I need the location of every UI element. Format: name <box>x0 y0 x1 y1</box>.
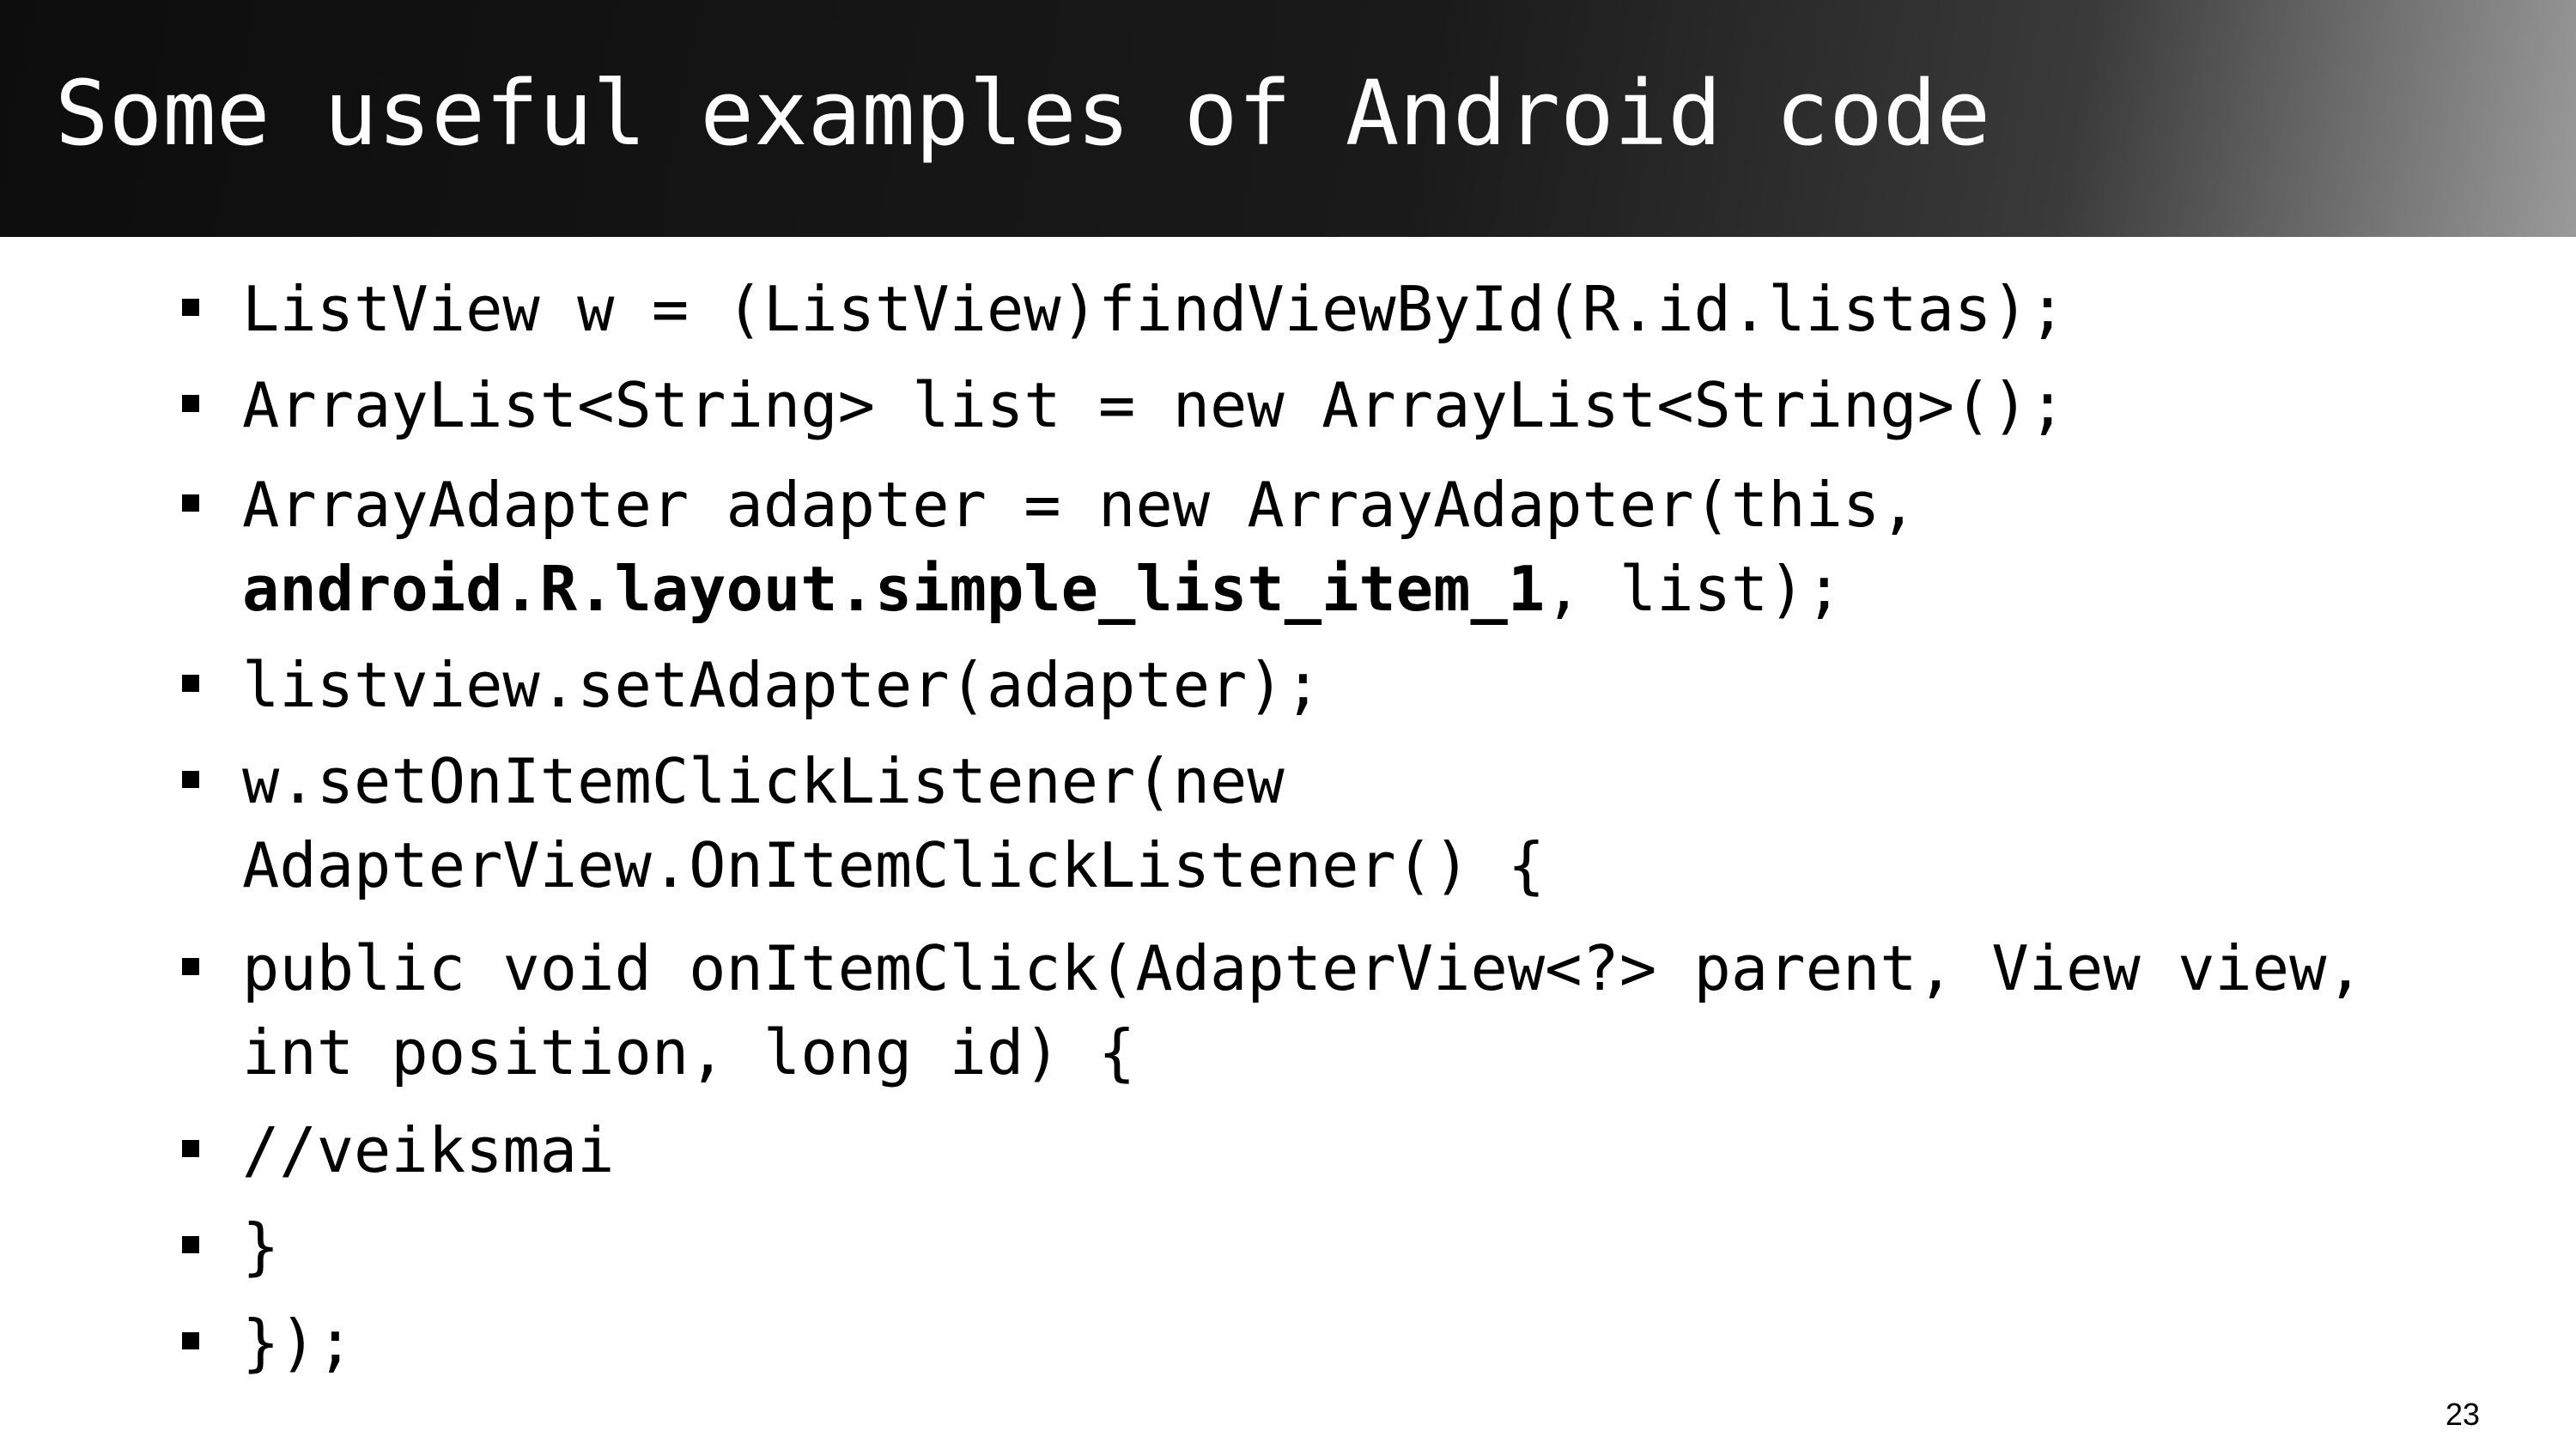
bullet-square-icon <box>182 1140 199 1157</box>
code-line: android.R.layout.simple_list_item_1, lis… <box>242 546 2552 632</box>
code-line: ArrayList<String> list = new ArrayList<S… <box>242 369 2067 441</box>
code-bold-fragment: android.R.layout.simple_list_item_1 <box>242 553 1546 625</box>
bullet-square-icon <box>182 299 199 316</box>
code-line: //veiksmai <box>242 1114 615 1186</box>
code-fragment: , list); <box>1545 553 1843 625</box>
code-line: int position, long id) { <box>242 1016 1136 1088</box>
slide: Some useful examples of Android code Lis… <box>0 0 2576 1449</box>
bullet-square-icon <box>182 494 199 512</box>
bullet-square-icon <box>182 395 199 412</box>
bullet-square-icon <box>182 771 199 788</box>
code-line: ArrayAdapter adapter = new ArrayAdapter(… <box>242 469 1917 541</box>
bullet-square-icon <box>182 675 199 692</box>
page-number: 23 <box>2445 1397 2481 1432</box>
code-line: public void onItemClick(AdapterView<?> p… <box>242 932 2364 1004</box>
bullet-square-icon <box>182 958 199 975</box>
slide-title: Some useful examples of Android code <box>55 61 1991 166</box>
bullet-square-icon <box>182 1332 199 1349</box>
code-line: AdapterView.OnItemClickListener() { <box>242 829 1546 901</box>
code-line: listview.setAdapter(adapter); <box>242 649 1322 721</box>
code-line: ListView w = (ListView)findViewById(R.id… <box>242 273 2067 345</box>
code-line: }); <box>242 1307 355 1379</box>
code-line: } <box>242 1210 280 1282</box>
bullet-square-icon <box>182 1236 199 1253</box>
code-line: w.setOnItemClickListener(new <box>242 745 1285 817</box>
title-bar: Some useful examples of Android code <box>0 0 2576 237</box>
